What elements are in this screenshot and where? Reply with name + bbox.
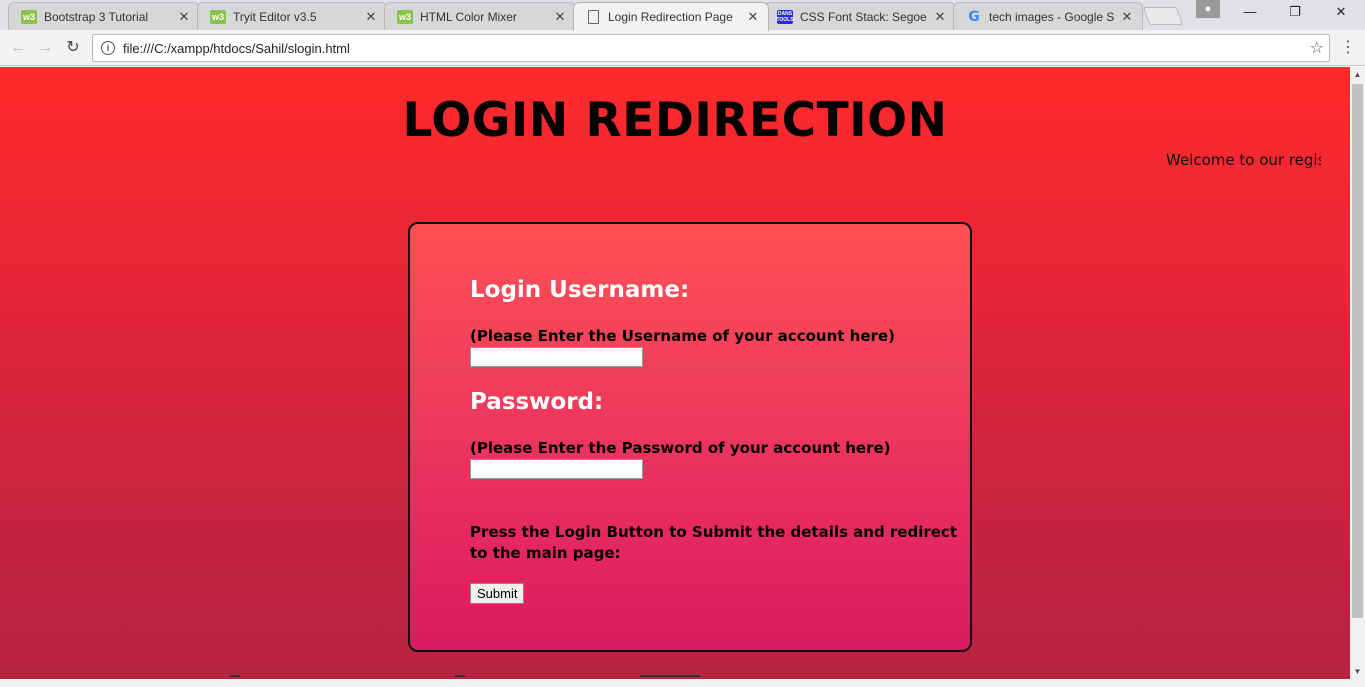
welcome-marquee: Welcome to our regist [1166, 151, 1321, 169]
password-hint: (Please Enter the Password of your accou… [470, 439, 891, 457]
minimize-icon[interactable]: — [1227, 4, 1273, 24]
address-url[interactable]: file:///C:/xampp/htdocs/Sahil/slogin.htm… [123, 41, 1310, 56]
restore-icon[interactable]: ❐ [1272, 4, 1318, 24]
username-hint: (Please Enter the Username of your accou… [470, 327, 895, 345]
page-viewport: LOGIN REDIRECTION Welcome to our regist … [0, 67, 1350, 679]
tab-title: CSS Font Stack: Segoe U [800, 9, 927, 24]
vertical-scrollbar[interactable]: ▲ ▼ [1350, 67, 1365, 679]
close-icon[interactable]: ✕ [933, 9, 947, 25]
tab-title: Bootstrap 3 Tutorial [44, 9, 149, 24]
tab-google-search[interactable]: G tech images - Google Se ✕ [953, 2, 1143, 30]
back-arrow-icon[interactable]: ← [8, 38, 28, 58]
close-icon[interactable]: ✕ [364, 9, 378, 25]
dans-tools-icon: DANS TOOLS [776, 9, 794, 24]
w3schools-icon: w3 [210, 9, 226, 24]
browser-toolbar: ← → ↻ i file:///C:/xampp/htdocs/Sahil/sl… [0, 30, 1365, 66]
password-label: Password: [470, 389, 604, 415]
window-bottom-edge [0, 679, 1365, 687]
close-icon[interactable]: ✕ [1120, 9, 1134, 25]
scroll-up-arrow-icon[interactable]: ▲ [1350, 67, 1365, 82]
tab-title: Tryit Editor v3.5 [233, 9, 317, 24]
tab-title: HTML Color Mixer [420, 9, 517, 24]
scroll-down-arrow-icon[interactable]: ▼ [1350, 664, 1365, 679]
w3schools-icon: w3 [21, 9, 37, 24]
google-icon: G [968, 8, 980, 25]
w3schools-icon: w3 [397, 9, 413, 24]
tab-css-font-stack[interactable]: DANS TOOLS CSS Font Stack: Segoe U ✕ [764, 2, 956, 30]
info-icon[interactable]: i [101, 41, 115, 55]
tab-title: Login Redirection Page [608, 10, 733, 24]
scrollbar-thumb[interactable] [1352, 84, 1363, 618]
submit-button[interactable]: Submit [470, 583, 525, 604]
tab-html-color-mixer[interactable]: w3 HTML Color Mixer ✕ [384, 2, 576, 30]
bookmark-star-icon[interactable]: ☆ [1310, 38, 1324, 58]
username-input[interactable] [470, 347, 643, 367]
profile-icon[interactable]: ● [1196, 0, 1220, 18]
tab-login-redirection[interactable]: Login Redirection Page ✕ [573, 2, 769, 31]
close-icon[interactable]: ✕ [177, 9, 191, 25]
submit-hint: Press the Login Button to Submit the det… [470, 523, 957, 562]
browser-menu-icon[interactable]: ⋮ [1340, 38, 1356, 58]
password-input[interactable] [470, 459, 643, 479]
tab-tryit-editor[interactable]: w3 Tryit Editor v3.5 ✕ [197, 2, 387, 30]
address-bar[interactable]: i file:///C:/xampp/htdocs/Sahil/slogin.h… [92, 34, 1330, 62]
close-icon[interactable]: ✕ [553, 9, 567, 25]
login-form: Login Username: (Please Enter the Userna… [408, 222, 972, 652]
username-label: Login Username: [470, 277, 690, 303]
window-close-icon[interactable]: ✕ [1318, 4, 1364, 24]
forward-arrow-icon[interactable]: → [35, 38, 55, 58]
tab-bootstrap-tutorial[interactable]: w3 Bootstrap 3 Tutorial ✕ [8, 2, 200, 30]
tab-title: tech images - Google Se [989, 9, 1114, 24]
page-title: LOGIN REDIRECTION [402, 93, 948, 148]
document-icon [588, 10, 599, 24]
reload-icon[interactable]: ↻ [63, 38, 83, 58]
tab-strip: w3 Bootstrap 3 Tutorial ✕ w3 Tryit Edito… [0, 0, 1365, 31]
close-icon[interactable]: ✕ [746, 9, 760, 25]
new-tab-button[interactable] [1142, 7, 1184, 25]
